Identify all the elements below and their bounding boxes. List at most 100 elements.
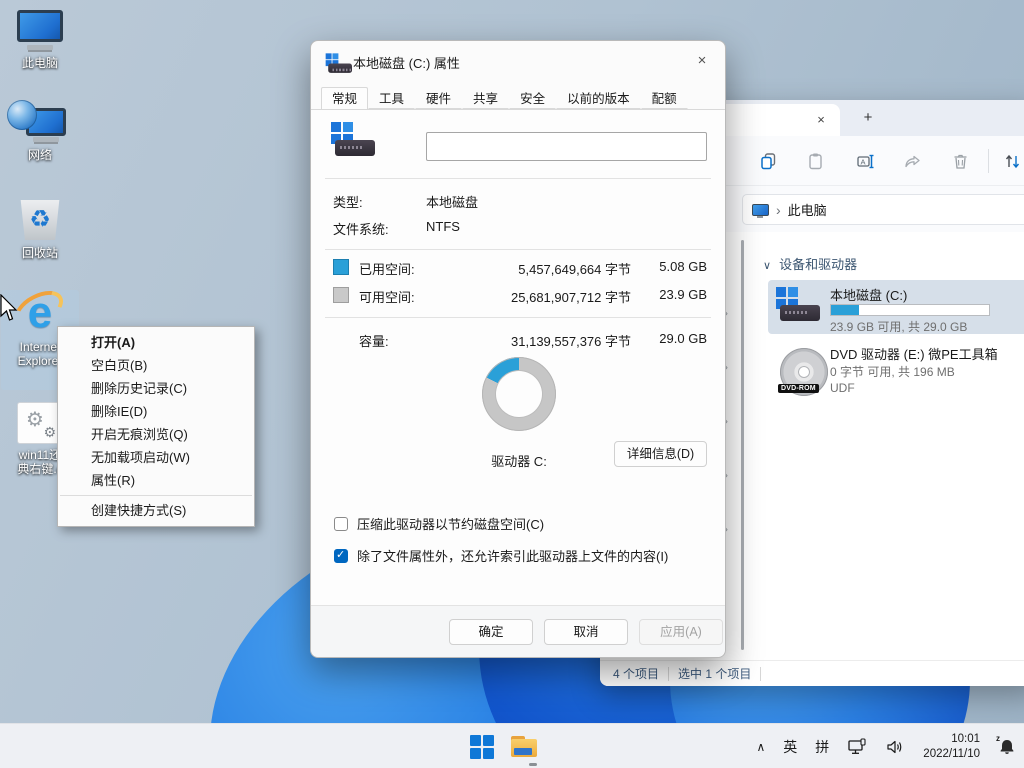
menu-item-delete-history[interactable]: 删除历史记录(C) [58,377,254,400]
index-checkbox-label: 除了文件属性外，还允许索引此驱动器上文件的内容(I) [357,546,668,565]
filesystem-value: NTFS [426,219,460,234]
used-space-swatch [333,259,349,275]
menu-item-open[interactable]: 打开(A) [58,331,254,354]
tab-previous-versions[interactable]: 以前的版本 [556,87,641,109]
compress-checkbox-label: 压缩此驱动器以节约磁盘空间(C) [357,514,544,533]
compress-checkbox-row[interactable]: 压缩此驱动器以节约磁盘空间(C) [334,514,544,533]
close-icon[interactable]: × [691,50,713,72]
dialog-footer: 确定 取消 应用(A) [311,605,725,657]
used-space-bytes: 5,457,649,664 字节 [461,259,631,278]
desktop-icon-label: 回收站 [1,247,79,261]
desktop-icon-this-pc[interactable]: 此电脑 [1,8,79,71]
running-app-indicator [529,763,537,766]
volume-icon[interactable] [885,738,905,756]
menu-item-properties[interactable]: 属性(R) [58,469,254,492]
ime-language-indicator[interactable]: 英 [783,737,797,757]
dialog-title: 本地磁盘 (C:) 属性 [353,53,460,72]
new-tab-button[interactable]: + [858,108,878,128]
chevron-down-icon: ∨ [763,260,771,272]
paste-icon[interactable] [806,152,825,171]
ok-button[interactable]: 确定 [449,619,533,645]
tab-security[interactable]: 安全 [509,87,556,109]
tab-quota[interactable]: 配额 [641,87,688,109]
free-space-bytes: 25,681,907,712 字节 [461,287,631,306]
taskbar: ∧ 英 拼 10:01 2022/11/10 z [0,723,1024,768]
sort-icon[interactable] [1003,152,1022,171]
taskbar-clock[interactable]: 10:01 2022/11/10 [923,732,980,762]
chevron-right-icon: › [776,202,781,218]
desktop-icon-recycle-bin[interactable]: ♻ 回收站 [1,198,79,261]
start-button[interactable] [470,735,494,759]
this-pc-icon [752,204,769,216]
ime-mode-indicator[interactable]: 拼 [815,737,829,757]
explorer-status-bar: 4 个项目 选中 1 个项目 [600,660,1024,686]
notification-bell-icon[interactable]: z [998,738,1016,756]
file-explorer-taskbar-icon[interactable] [510,734,538,760]
group-header-devices[interactable]: ∨设备和驱动器 [763,254,857,273]
drive-caption: 驱动器 C: [419,451,619,470]
hidden-icons-chevron[interactable]: ∧ [757,740,766,754]
delete-icon[interactable] [951,152,970,171]
drive-name: 本地磁盘 (C:) [830,285,907,304]
drive-filesystem: UDF [830,381,855,395]
dvd-rom-badge: DVD-ROM [778,384,819,393]
menu-separator [60,495,252,496]
menu-item-delete-ie[interactable]: 删除IE(D) [58,400,254,423]
menu-item-no-addons[interactable]: 无加载项启动(W) [58,446,254,469]
local-disk-icon [331,122,377,162]
recycle-bin-icon: ♻ [19,200,61,240]
capacity-size: 29.0 GB [637,331,707,346]
index-checkbox[interactable] [334,549,348,563]
dvd-icon: DVD-ROM [776,346,822,386]
desktop-icon-label: 此电脑 [1,57,79,71]
clock-time: 10:01 [923,732,980,747]
share-icon[interactable] [903,152,922,171]
breadcrumb[interactable]: 此电脑 [788,200,827,219]
capacity-bytes: 31,139,557,376 字节 [461,331,631,350]
drive-item-e[interactable]: DVD-ROM DVD 驱动器 (E:) 微PE工具箱 0 字节 可用, 共 1… [768,342,1024,402]
drive-info: 23.9 GB 可用, 共 29.0 GB [830,318,967,335]
properties-dialog: 本地磁盘 (C:) 属性 × 常规 工具 硬件 共享 安全 以前的版本 配额 类… [310,40,726,658]
type-label: 类型: [333,192,363,211]
menu-item-blank-page[interactable]: 空白页(B) [58,354,254,377]
nav-scrollbar[interactable] [741,240,744,650]
rename-icon[interactable]: A [856,152,875,171]
details-button[interactable]: 详细信息(D) [614,441,707,467]
dialog-general-page: 类型: 本地磁盘 文件系统: NTFS 已用空间: 5,457,649,664 … [311,110,725,605]
network-icon[interactable] [847,738,867,756]
index-checkbox-row[interactable]: 除了文件属性外，还允许索引此驱动器上文件的内容(I) [334,546,668,565]
desktop-icon-network[interactable]: 网络 [1,100,79,163]
capacity-label: 容量: [359,331,389,350]
gear-icon: ⚙ [26,407,44,432]
drive-info: 0 字节 可用, 共 196 MB [830,363,955,380]
tab-general[interactable]: 常规 [321,87,368,110]
dialog-tabs: 常规 工具 硬件 共享 安全 以前的版本 配额 [321,87,715,110]
desktop-icon-label: 网络 [1,149,79,163]
free-space-swatch [333,287,349,303]
this-pc-icon [17,10,63,42]
svg-text:A: A [861,157,866,166]
mouse-cursor [0,294,20,324]
type-value: 本地磁盘 [426,192,478,211]
status-selected-count: 选中 1 个项目 [678,665,751,682]
menu-item-create-shortcut[interactable]: 创建快捷方式(S) [58,499,254,522]
drive-name: DVD 驱动器 (E:) 微PE工具箱 [830,344,998,363]
local-disk-icon [326,53,345,68]
volume-label-input[interactable] [426,132,707,161]
menu-item-inprivate[interactable]: 开启无痕浏览(Q) [58,423,254,446]
tab-hardware[interactable]: 硬件 [415,87,462,109]
used-space-label: 已用空间: [359,259,415,278]
toolbar-divider [988,149,989,173]
address-bar[interactable]: › 此电脑 [742,194,1024,225]
copy-icon[interactable] [759,152,778,171]
cancel-button[interactable]: 取消 [544,619,628,645]
tab-close-icon[interactable]: × [812,111,830,129]
tab-sharing[interactable]: 共享 [462,87,509,109]
context-menu: 打开(A) 空白页(B) 删除历史记录(C) 删除IE(D) 开启无痕浏览(Q)… [57,326,255,527]
drive-item-c[interactable]: 本地磁盘 (C:) 23.9 GB 可用, 共 29.0 GB [768,280,1024,334]
compress-checkbox[interactable] [334,517,348,531]
gear-icon: ⚙ [43,424,56,441]
tab-tools[interactable]: 工具 [368,87,415,109]
free-space-label: 可用空间: [359,287,415,306]
disk-usage-donut-chart [482,357,556,431]
